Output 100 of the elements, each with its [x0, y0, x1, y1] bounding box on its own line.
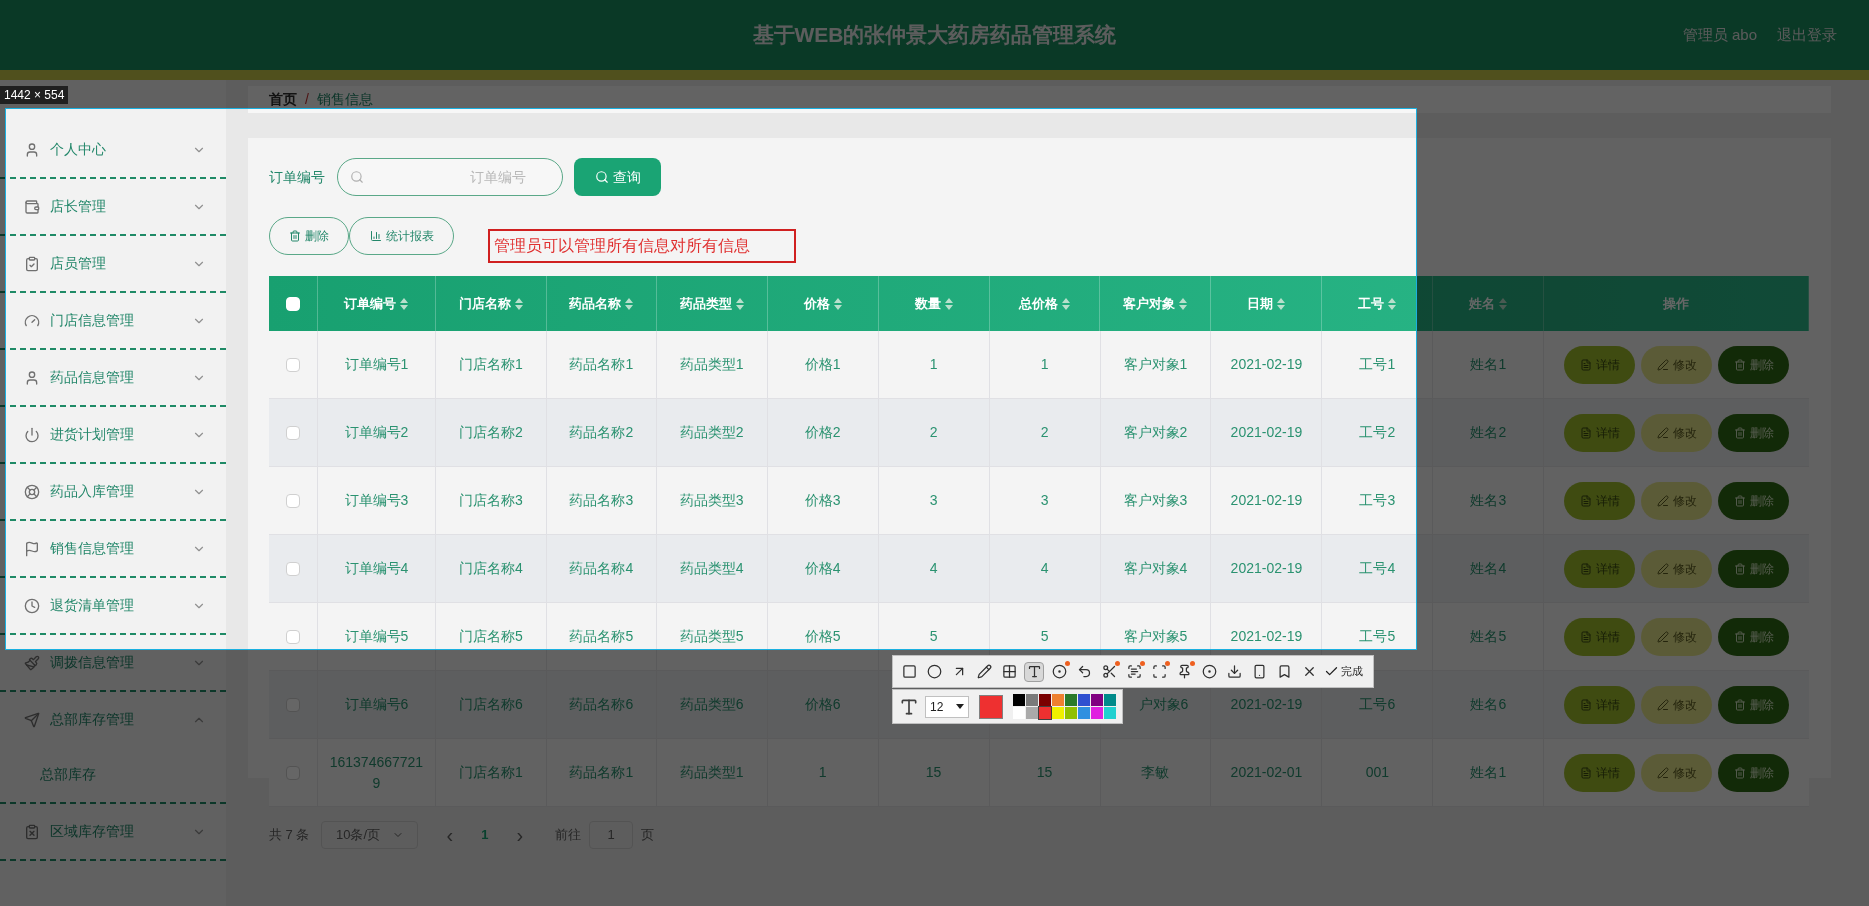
- palette-swatch[interactable]: [1065, 694, 1077, 706]
- table-cell-text: 药品名称4: [569, 559, 634, 578]
- table-cell-text: 订单编号1: [344, 355, 409, 374]
- table-cell-text: 2021-02-19: [1230, 423, 1303, 442]
- selection-frame[interactable]: [5, 108, 1417, 650]
- document-icon: [1579, 358, 1592, 371]
- font-size-select[interactable]: 12: [925, 695, 969, 718]
- sidebar-item[interactable]: 调拨信息管理: [0, 635, 226, 690]
- table-cell-text: 门店名称6: [458, 695, 523, 714]
- breadcrumb-link[interactable]: 首页: [269, 89, 297, 110]
- table-cell-text: 15: [1036, 763, 1053, 782]
- table-cell-text: 客户对象5: [1123, 627, 1188, 646]
- palette-swatch[interactable]: [1039, 694, 1051, 706]
- search-label: 订单编号: [269, 167, 325, 187]
- report-button[interactable]: 统计报表: [349, 217, 454, 255]
- sidebar-item[interactable]: 店员管理: [0, 236, 226, 291]
- table-cell-text: 001: [1365, 763, 1390, 782]
- row-checkbox[interactable]: [286, 357, 300, 372]
- done-button[interactable]: 完成: [1324, 663, 1367, 680]
- table-cell-text: 订单编号6: [344, 695, 409, 714]
- user-name: 管理员 abo: [1682, 24, 1757, 45]
- palette-swatch[interactable]: [1013, 707, 1025, 719]
- table-cell-text: 药品名称5: [569, 627, 634, 646]
- header-checkbox[interactable]: [286, 296, 300, 311]
- table-cell-text: 工号4: [1359, 559, 1396, 578]
- sort-icon: [1277, 297, 1286, 310]
- text-icon[interactable]: [1024, 661, 1044, 682]
- annotation-text-box[interactable]: 管理员可以管理所有信息对所有信息: [488, 229, 796, 263]
- sidebar-item[interactable]: 退货清单管理: [0, 578, 226, 633]
- palette-swatch[interactable]: [1052, 694, 1064, 706]
- row-checkbox[interactable]: [286, 493, 300, 508]
- table-cell-text: 门店名称5: [458, 627, 523, 646]
- row-checkbox[interactable]: [286, 629, 300, 644]
- sidebar-item[interactable]: 销售信息管理: [0, 521, 226, 576]
- palette-swatch[interactable]: [1104, 694, 1116, 706]
- table-cell-text: 客户对象2: [1123, 423, 1188, 442]
- palette-swatch[interactable]: [1065, 707, 1077, 719]
- current-color-swatch[interactable]: [979, 694, 1003, 719]
- sort-icon: [1179, 297, 1188, 310]
- user-icon: [24, 369, 40, 386]
- sort-icon: [944, 297, 953, 310]
- page-number[interactable]: 1: [481, 825, 489, 845]
- palette-swatch[interactable]: [1039, 707, 1051, 719]
- bar-chart-icon: [369, 230, 382, 242]
- table-cell-text: 3: [1040, 491, 1049, 510]
- palette-swatch[interactable]: [1091, 694, 1103, 706]
- table-cell-text: 3: [929, 491, 938, 510]
- palette-swatch[interactable]: [1052, 707, 1064, 719]
- pen-icon: [1656, 630, 1669, 643]
- table-cell-text: 客户对象4: [1123, 559, 1188, 578]
- palette-swatch[interactable]: [1026, 694, 1038, 706]
- power-icon: [24, 426, 40, 443]
- sort-icon: [1388, 297, 1397, 310]
- pen-icon: [1656, 698, 1669, 711]
- sidebar-item[interactable]: 进货计划管理: [0, 407, 226, 462]
- table-cell-text: 价格2: [804, 423, 841, 442]
- palette-swatch[interactable]: [1091, 707, 1103, 719]
- trash-icon: [1733, 562, 1746, 575]
- table-cell-text: 药品类型1: [679, 763, 744, 782]
- trash-icon: [1733, 494, 1746, 507]
- sidebar-item[interactable]: 区域库存管理: [0, 804, 226, 859]
- sidebar-item[interactable]: 药品入库管理: [0, 464, 226, 519]
- palette-swatch[interactable]: [1078, 694, 1090, 706]
- table-cell-text: 药品类型2: [679, 423, 744, 442]
- sidebar-item[interactable]: 门店信息管理: [0, 293, 226, 348]
- logout-link[interactable]: 退出登录: [1777, 23, 1837, 47]
- palette-swatch[interactable]: [1104, 707, 1116, 719]
- row-checkbox[interactable]: [286, 561, 300, 576]
- palette-swatch[interactable]: [1078, 707, 1090, 719]
- gauge-icon: [24, 312, 40, 329]
- query-button[interactable]: 查询: [574, 158, 661, 196]
- sidebar-item[interactable]: 总部库存管理: [0, 692, 226, 747]
- palette-swatch[interactable]: [1013, 694, 1025, 706]
- row-checkbox[interactable]: [286, 425, 300, 440]
- search-input[interactable]: 订单编号: [364, 166, 550, 188]
- table-cell-text: 1: [929, 355, 938, 374]
- table-cell-text: 工号1: [1359, 355, 1396, 374]
- document-icon: [1579, 494, 1592, 507]
- trash-icon: [1733, 358, 1746, 371]
- sort-icon: [1499, 297, 1508, 310]
- next-page-button[interactable]: ›: [516, 825, 524, 845]
- sidebar-item[interactable]: 个人中心: [0, 122, 226, 177]
- table-cell-text: 价格1: [804, 355, 841, 374]
- table-cell-text: 门店名称1: [458, 763, 523, 782]
- prev-page-button[interactable]: ‹: [446, 825, 454, 845]
- table-cell-text: 药品类型1: [679, 355, 744, 374]
- lifebuoy-icon: [24, 483, 40, 500]
- palette-swatch[interactable]: [1026, 707, 1038, 719]
- trash-icon: [1733, 630, 1746, 643]
- sidebar-item[interactable]: 店长管理: [0, 179, 226, 234]
- document-icon: [1579, 426, 1592, 439]
- sidebar-subitem[interactable]: 总部库存: [0, 747, 226, 802]
- sidebar-item[interactable]: 药品信息管理: [0, 350, 226, 405]
- table-cell-text: 药品名称1: [569, 355, 634, 374]
- app-title: 基于WEB的张仲景大药房药品管理系统: [752, 22, 1117, 49]
- search-field[interactable]: 订单编号: [337, 158, 563, 196]
- delete-button[interactable]: 删除: [269, 217, 349, 255]
- table-cell-text: 客户对象1: [1123, 355, 1188, 374]
- table-cell-text: 价格5: [804, 627, 841, 646]
- document-icon: [1579, 698, 1592, 711]
